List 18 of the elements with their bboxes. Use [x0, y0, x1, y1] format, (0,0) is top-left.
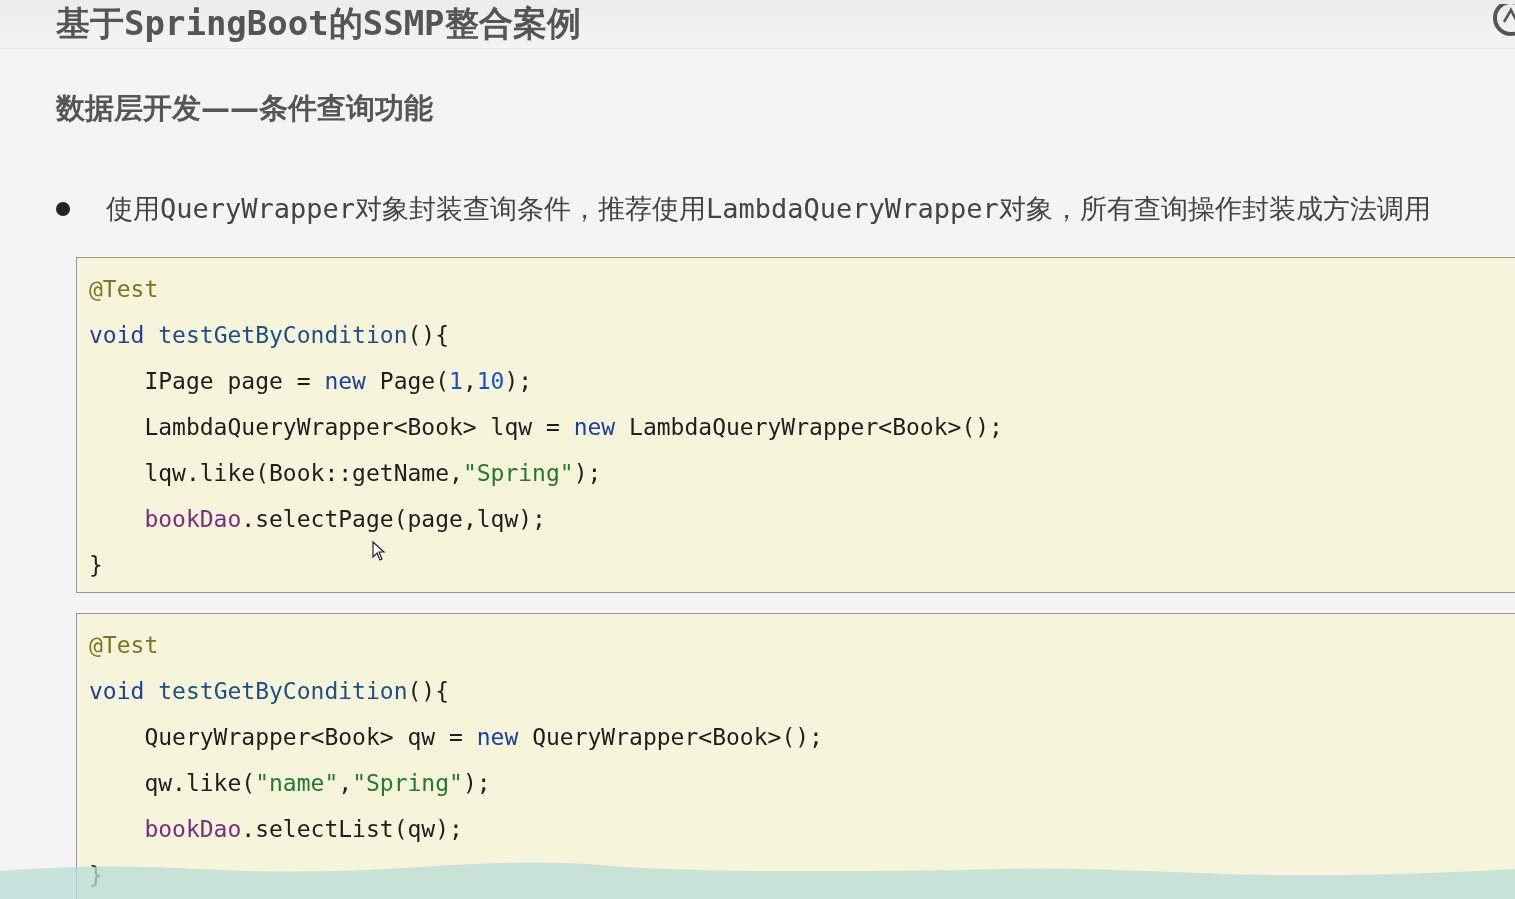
- bullet-icon: [56, 202, 70, 216]
- section-heading: 数据层开发——条件查询功能: [56, 90, 434, 127]
- slide-title: 基于SpringBoot的SSMP整合案例: [56, 2, 581, 45]
- code-line: lqw.like(Book::getName,"Spring");: [143, 459, 602, 488]
- code-line: }: [89, 861, 103, 890]
- code-line: void testGetByCondition(){: [89, 321, 450, 350]
- code-line: bookDao.selectPage(page,lqw);: [143, 505, 546, 534]
- mouse-pointer-icon: [372, 541, 386, 561]
- code-line: void testGetByCondition(){: [89, 677, 450, 706]
- code-line: bookDao.selectList(qw);: [143, 815, 463, 844]
- code-line: IPage page = new Page(1,10);: [143, 367, 533, 396]
- code-line: qw.like("name","Spring");: [143, 769, 491, 798]
- code-line: }: [89, 551, 103, 580]
- bullet-text: 使用QueryWrapper对象封装查询条件，推荐使用LambdaQueryWrapper对象，所有查询操作封装成方法调用: [106, 192, 1431, 226]
- code-line: LambdaQueryWrapper<Book> lqw = new LambdaQueryWrapper<Book>();: [143, 413, 1003, 442]
- code-line: QueryWrapper<Book> qw = new QueryWrapper<Book>();: [143, 723, 823, 752]
- code-line: @Test: [89, 631, 159, 660]
- code-line: @Test: [89, 275, 159, 304]
